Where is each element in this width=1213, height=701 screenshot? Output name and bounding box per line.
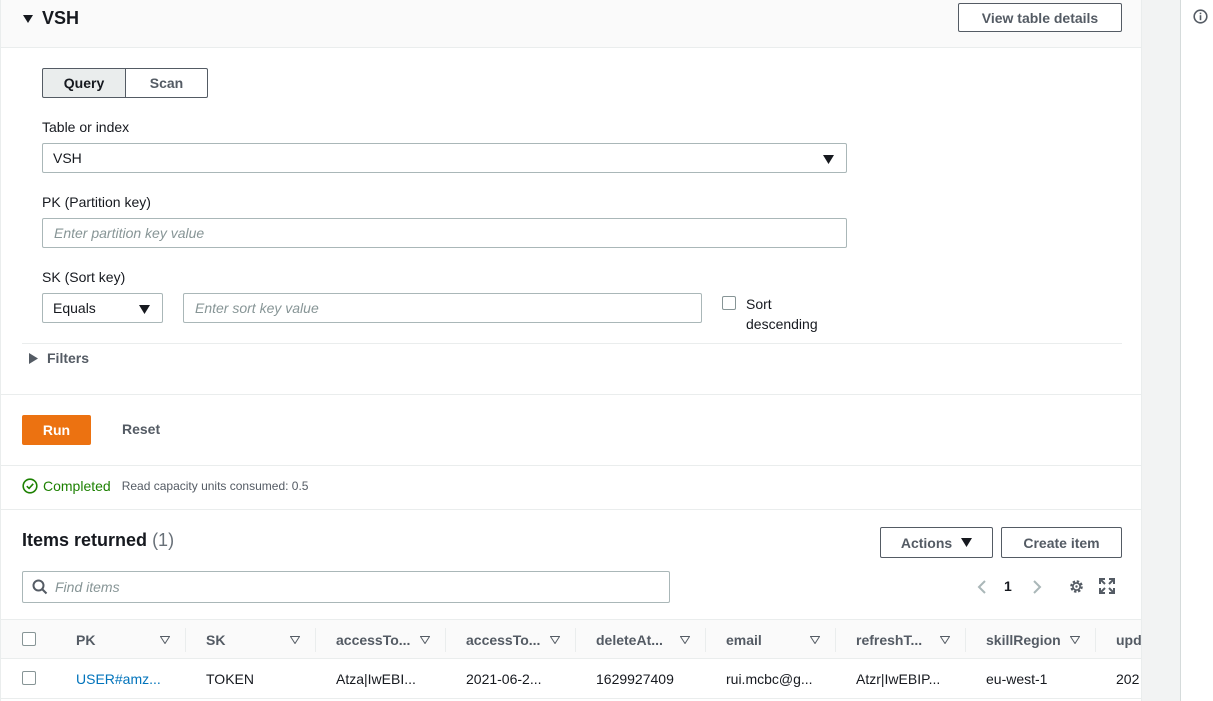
page-number[interactable]: 1 [1004, 578, 1012, 594]
column-header-skill-region[interactable]: skillRegion [986, 620, 1070, 660]
sort-caret-icon[interactable] [680, 636, 690, 644]
cell-email: rui.mcbc@g... [726, 671, 813, 687]
table-header: PK SK accessTo... accessTo... deleteAt..… [1, 619, 1141, 660]
caret-right-icon [29, 352, 38, 364]
main-panel: VSH View table details Query Scan Table … [0, 0, 1142, 701]
sort-caret-icon[interactable] [420, 636, 430, 644]
find-items-input[interactable]: Find items [22, 571, 670, 603]
scan-mode-button[interactable]: Scan [125, 68, 208, 98]
column-header-delete-at[interactable]: deleteAt... [596, 620, 676, 660]
sort-caret-icon[interactable] [1070, 636, 1080, 644]
items-count: (1) [152, 530, 175, 550]
column-header-updated[interactable]: upd [1116, 620, 1141, 660]
sort-caret-icon[interactable] [550, 636, 560, 644]
search-icon [32, 579, 48, 595]
sort-caret-icon[interactable] [290, 636, 300, 644]
sk-label: SK (Sort key) [42, 269, 126, 285]
sort-caret-icon[interactable] [160, 636, 170, 644]
info-icon[interactable] [1193, 9, 1208, 24]
cell-refresh-token: Atzr|IwEBIP... [856, 671, 941, 687]
table-index-select[interactable]: VSH [42, 143, 847, 173]
table-index-label: Table or index [42, 119, 130, 135]
chevron-left-icon[interactable] [976, 579, 988, 595]
row-checkbox[interactable] [22, 671, 36, 685]
sort-key-operator-value: Equals [53, 300, 96, 316]
divider [22, 343, 1122, 344]
status-bar: Completed Read capacity units consumed: … [22, 478, 308, 494]
cell-pk-link[interactable]: USER#amz... [76, 659, 176, 699]
filters-toggle[interactable]: Filters [29, 350, 89, 366]
caret-down-icon [139, 305, 150, 314]
column-header-email[interactable]: email [726, 620, 806, 660]
sort-caret-icon[interactable] [810, 636, 820, 644]
column-header-pk[interactable]: PK [76, 620, 156, 660]
cell-delete-at: 1629927409 [596, 671, 674, 687]
column-header-access-token[interactable]: accessTo... [336, 620, 416, 660]
select-all-checkbox[interactable] [22, 632, 36, 646]
divider [1, 394, 1141, 395]
create-item-button[interactable]: Create item [1001, 527, 1122, 558]
column-header-access-token-expiry[interactable]: accessTo... [466, 620, 546, 660]
cell-access-token-expiry: 2021-06-2... [466, 671, 542, 687]
reset-button[interactable]: Reset [122, 421, 160, 437]
cell-access-token: Atza|IwEBI... [336, 671, 416, 687]
column-header-refresh-token[interactable]: refreshT... [856, 620, 936, 660]
table-index-value: VSH [53, 150, 82, 166]
divider [1, 465, 1141, 466]
fullscreen-icon[interactable] [1099, 578, 1115, 594]
chevron-right-icon[interactable] [1031, 579, 1043, 595]
sort-descending-checkbox[interactable] [722, 296, 736, 310]
view-table-details-button[interactable]: View table details [958, 3, 1122, 32]
items-returned-section: Items returned (1) Actions Create item F… [1, 509, 1141, 701]
caret-down-icon [823, 155, 834, 164]
panel-title[interactable]: VSH [42, 8, 79, 29]
sort-caret-icon[interactable] [940, 636, 950, 644]
column-header-sk[interactable]: SK [206, 620, 286, 660]
cell-skill-region: eu-west-1 [986, 671, 1048, 687]
sort-key-input[interactable]: Enter sort key value [183, 293, 702, 323]
actions-button[interactable]: Actions [880, 527, 993, 558]
sort-key-operator-select[interactable]: Equals [42, 293, 163, 323]
table-row: USER#amz... TOKEN Atza|IwEBI... 2021-06-… [1, 659, 1141, 699]
pk-label: PK (Partition key) [42, 194, 151, 210]
side-gutter [1142, 0, 1181, 701]
check-circle-icon [22, 478, 38, 494]
run-button[interactable]: Run [22, 415, 91, 445]
cell-updated: 202 [1116, 671, 1140, 687]
panel-header: VSH View table details [1, 0, 1141, 48]
caret-down-icon[interactable] [22, 13, 34, 25]
sort-descending-label: Sort descending [746, 296, 818, 332]
items-title: Items returned (1) [22, 530, 175, 550]
caret-down-icon [961, 538, 973, 547]
cell-sk: TOKEN [206, 671, 254, 687]
gear-icon[interactable] [1068, 578, 1085, 595]
capacity-units-text: Read capacity units consumed: 0.5 [121, 479, 309, 493]
filters-label: Filters [47, 350, 90, 366]
query-mode-button[interactable]: Query [42, 68, 126, 98]
status-text: Completed [43, 478, 111, 494]
partition-key-input[interactable]: Enter partition key value [42, 218, 847, 248]
